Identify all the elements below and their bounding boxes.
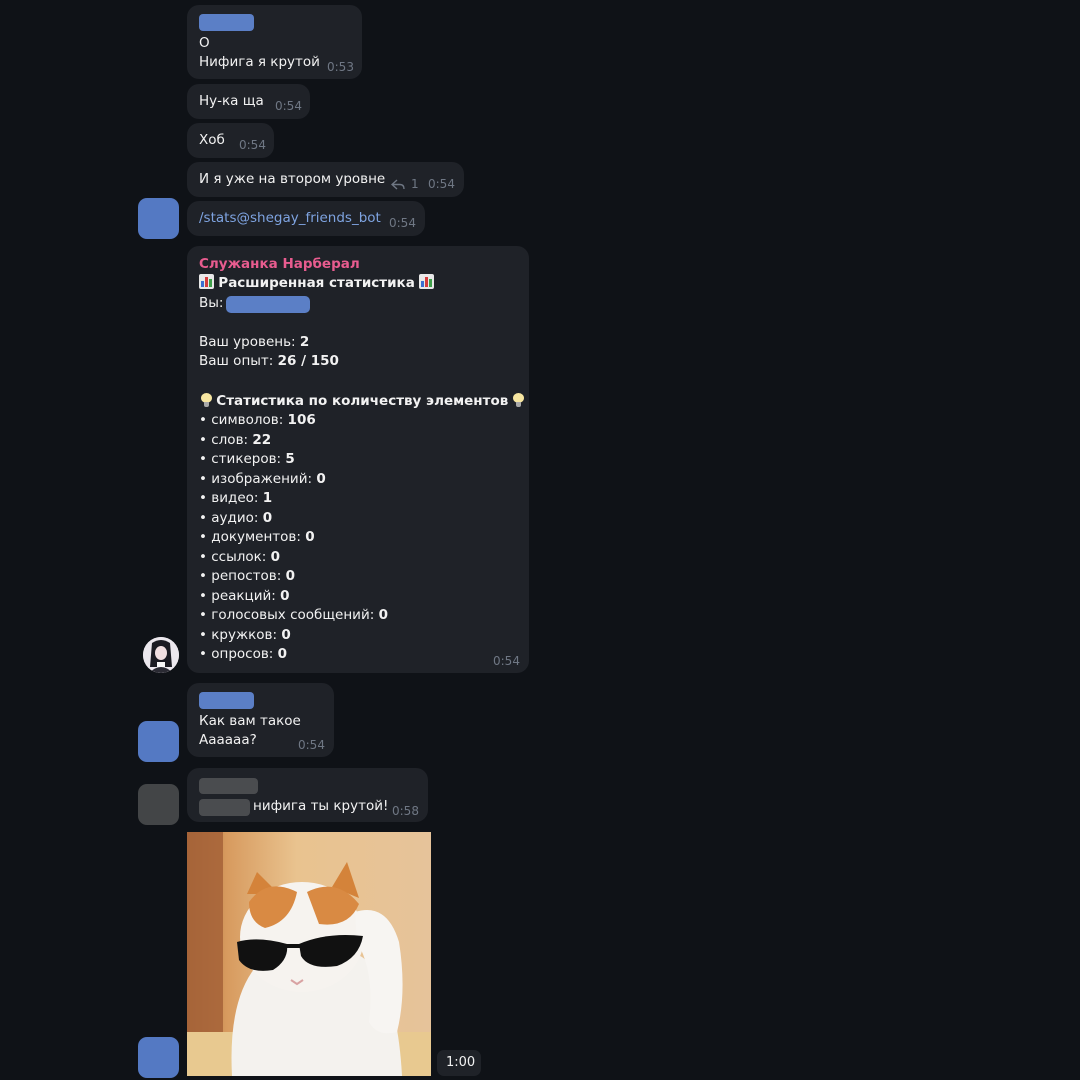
message-time: 0:54 [239, 138, 266, 152]
bar-chart-icon [419, 274, 435, 289]
sender-name[interactable]: Служанка Нарберал [199, 255, 360, 275]
message-bubble[interactable]: О Нифига я крутой 0:53 [187, 5, 362, 79]
list-item: • кружков: 0 [199, 626, 291, 643]
bot-avatar[interactable] [143, 637, 179, 673]
stats-list: • символов: 106 • слов: 22 • стикеров: 5… [199, 411, 388, 665]
message-bubble[interactable]: нифига ты крутой! 0:58 [187, 768, 428, 822]
message-time: 0:54 [428, 177, 455, 191]
section-header: Статистика по количеству элементов [201, 392, 524, 412]
message-text: О [199, 35, 210, 51]
message-bubble[interactable]: Как вам такое Аааааа? 0:54 [187, 683, 334, 757]
redacted-user-name [226, 296, 310, 313]
list-item: • изображений: 0 [199, 470, 326, 487]
message-text: Хоб [199, 132, 225, 148]
reply-arrow-icon[interactable] [390, 176, 405, 190]
message-time: 0:53 [327, 60, 354, 74]
exp-line: Ваш опыт: 26 / 150 [199, 353, 339, 369]
list-item: • ссылок: 0 [199, 548, 281, 565]
message-text: Ну-ка ща [199, 93, 264, 109]
list-item: • реакций: 0 [199, 587, 290, 604]
media-duration-badge: 1:00 [437, 1050, 481, 1076]
redacted-sender-name [199, 778, 258, 794]
message-bubble[interactable]: Хоб 0:54 [187, 123, 274, 158]
list-item: • видео: 1 [199, 490, 273, 506]
list-item: • голосовых сообщений: 0 [199, 607, 388, 623]
avatar[interactable] [138, 721, 179, 762]
bot-stats-message[interactable]: Служанка Нарберал Расширенная статистика… [187, 246, 529, 673]
level-line: Ваш уровень: 2 [199, 334, 310, 350]
message-bubble[interactable]: /stats@shegay_friends_bot 0:54 [187, 201, 425, 236]
list-item: • стикеров: 5 [199, 451, 295, 467]
message-text: И я уже на втором уровне [199, 171, 386, 187]
you-label: Вы: [199, 295, 224, 311]
message-text: Аааааа? [199, 732, 257, 748]
reply-count: 1 [411, 177, 419, 191]
message-time: 0:54 [493, 654, 520, 668]
list-item: • документов: 0 [199, 529, 315, 545]
stats-title: Расширенная статистика [218, 275, 415, 291]
avatar[interactable] [138, 198, 179, 239]
stats-header: Расширенная статистика [199, 274, 435, 294]
message-bubble[interactable]: Ну-ка ща 0:54 [187, 84, 310, 119]
cat-with-sunglasses-gif[interactable] [187, 832, 431, 1076]
message-bubble[interactable]: И я уже на втором уровне 1 0:54 [187, 162, 464, 197]
message-time: 0:58 [392, 804, 419, 818]
light-bulb-icon [201, 393, 212, 407]
message-text: нифига ты крутой! [253, 798, 389, 814]
list-item: • символов: 106 [199, 412, 316, 428]
message-text: Нифига я крутой [199, 54, 320, 70]
redacted-mention [199, 799, 250, 816]
redacted-sender-name [199, 14, 254, 31]
list-item: • аудио: 0 [199, 509, 273, 526]
avatar[interactable] [138, 1037, 179, 1078]
bot-command-link[interactable]: /stats@shegay_friends_bot [199, 209, 381, 229]
redacted-sender-name [199, 692, 254, 709]
message-time: 0:54 [275, 99, 302, 113]
light-bulb-icon [512, 393, 524, 407]
list-item: • репостов: 0 [199, 568, 295, 584]
media-duration: 1:00 [446, 1055, 476, 1070]
list-item: • слов: 22 [199, 431, 272, 448]
list-item: • опросов: 0 [199, 646, 288, 662]
bar-chart-icon [199, 274, 214, 289]
message-time: 0:54 [389, 216, 416, 230]
avatar[interactable] [138, 784, 179, 825]
message-time: 0:54 [298, 738, 325, 752]
section-title: Статистика по количеству элементов [216, 393, 509, 409]
message-text: Как вам такое [199, 713, 301, 729]
